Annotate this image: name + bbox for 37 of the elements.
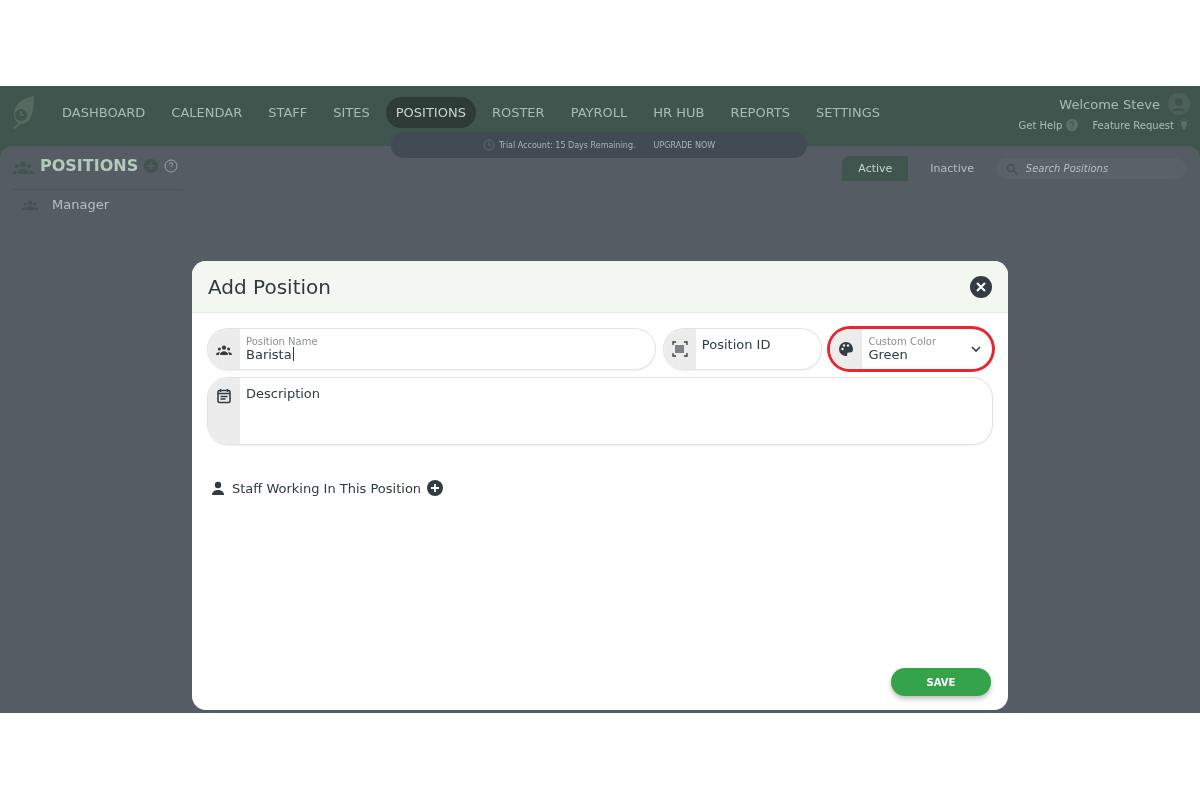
nav-tab[interactable]: PAYROLL	[560, 96, 638, 128]
palette-icon	[838, 341, 855, 357]
nav-tab[interactable]: POSITIONS	[385, 96, 476, 128]
help-icon	[1066, 119, 1079, 131]
page-title: POSITIONS	[40, 156, 139, 175]
close-button[interactable]	[970, 275, 992, 298]
nav-tab[interactable]: DASHBOARD	[52, 96, 156, 128]
nav-tab[interactable]: HR HUB	[643, 96, 715, 128]
staff-section-label: Staff Working In This Position	[232, 480, 422, 496]
position-item[interactable]: Manager	[12, 189, 182, 218]
nav-tab[interactable]: CALENDAR	[161, 96, 253, 128]
welcome-text: Welcome Steve	[1059, 96, 1160, 112]
nav-tab[interactable]: SETTINGS	[806, 96, 890, 128]
search-field[interactable]: Search Positions	[996, 158, 1186, 179]
person-icon	[210, 480, 226, 496]
nav-tab[interactable]: REPORTS	[720, 96, 800, 128]
upgrade-link[interactable]: UPGRADE NOW	[653, 140, 716, 150]
help-link[interactable]: Get Help	[1018, 119, 1079, 131]
chevron-down-icon	[970, 343, 982, 355]
feature-request-link[interactable]: Feature Request	[1092, 119, 1190, 131]
color-select[interactable]: Custom Color Green	[830, 329, 992, 369]
trial-text: Trial Account: 15 Days Remaining.	[498, 140, 636, 150]
description-field[interactable]: Description	[208, 378, 992, 444]
filter-tab[interactable]: Active	[842, 156, 909, 181]
nav-tab[interactable]: ROSTER	[481, 96, 555, 128]
lightbulb-icon	[1178, 119, 1190, 131]
filter-tab[interactable]: Inactive	[914, 156, 990, 181]
position-name-field[interactable]: Position Name Barista	[208, 329, 655, 369]
nav-tab[interactable]: STAFF	[258, 96, 318, 128]
text-cursor	[292, 347, 294, 361]
modal-title: Add Position	[208, 274, 331, 299]
position-id-field[interactable]: Position ID	[663, 329, 822, 369]
save-button[interactable]: SAVE	[891, 668, 991, 696]
add-icon[interactable]	[427, 480, 444, 496]
calendar-icon	[216, 388, 232, 404]
nav-tab[interactable]: SITES	[323, 96, 380, 128]
search-input[interactable]: Search Positions	[1023, 162, 1176, 175]
